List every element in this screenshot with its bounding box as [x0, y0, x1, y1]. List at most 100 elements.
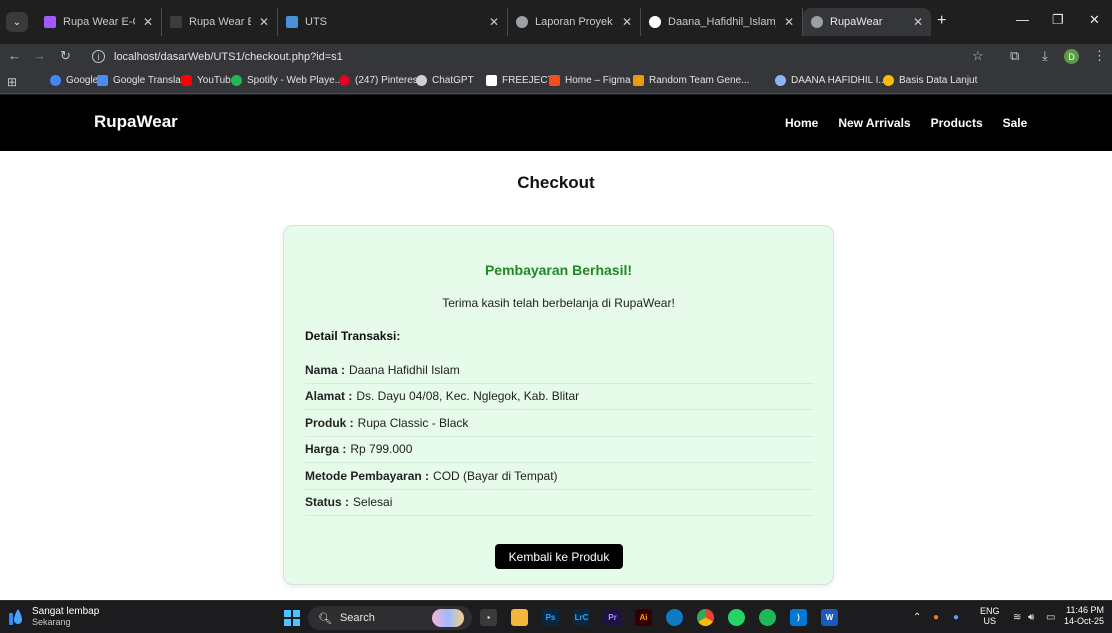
language-indicator[interactable]: ENG US	[980, 606, 1000, 626]
figma-icon	[549, 75, 560, 86]
detail-row-name: Nama : Daana Hafidhil Islam	[305, 357, 814, 384]
spotify-icon[interactable]	[759, 609, 776, 626]
bookmark-label: Basis Data Lanjut	[899, 75, 978, 86]
tab-rupa-wear-2[interactable]: Rupa Wear E-Commerce ✕	[162, 8, 278, 36]
window-close-icon[interactable]: ✕	[1089, 12, 1100, 28]
browser-toolbar: ← → ↻ i localhost/dasarWeb/UTS1/checkout…	[0, 44, 1112, 70]
tab-laporan[interactable]: Laporan Proyek UTS.docx ✕	[508, 8, 641, 36]
bookmark-daana[interactable]: DAANA HAFIDHIL I...	[775, 75, 887, 86]
back-to-products-button[interactable]: Kembali ke Produk	[495, 544, 623, 569]
bookmark-figma[interactable]: Home – Figma	[549, 75, 631, 86]
bookmark-site-icon	[883, 75, 894, 86]
bookmark-google[interactable]: Google	[50, 75, 98, 86]
browser-tab-strip: ⌄ Rupa Wear E-Commerce - ✕ Rupa Wear E-C…	[0, 0, 1112, 44]
file-explorer-icon[interactable]	[511, 609, 528, 626]
reload-icon[interactable]: ↻	[60, 48, 71, 64]
site-logo[interactable]: RupaWear	[94, 112, 178, 132]
volume-icon[interactable]: 🔊︎	[1028, 612, 1034, 623]
bookmark-random-team[interactable]: Random Team Gene...	[633, 75, 749, 86]
close-icon[interactable]: ✕	[143, 15, 153, 29]
chevron-up-icon[interactable]: ⌃	[913, 612, 921, 623]
apps-grid-icon[interactable]: ⊞	[7, 75, 17, 89]
pinterest-icon	[339, 75, 350, 86]
profile-avatar[interactable]: D	[1064, 49, 1079, 64]
globe-icon	[811, 16, 823, 28]
detail-label: Status :	[305, 495, 350, 510]
close-icon[interactable]: ✕	[259, 15, 269, 29]
tab-github[interactable]: Daana_Hafidhil_Islam_DES ✕	[641, 8, 803, 36]
task-view-icon[interactable]: ▪	[480, 609, 497, 626]
lang-region: US	[983, 616, 997, 626]
menu-kebab-icon[interactable]: ⋮	[1093, 48, 1106, 64]
bookmark-basis-data[interactable]: Basis Data Lanjut	[883, 75, 977, 86]
bookmark-spotify[interactable]: Spotify - Web Playe...	[231, 75, 343, 86]
tray-app-icon[interactable]: ●	[933, 612, 939, 623]
battery-icon[interactable]: ▭	[1046, 612, 1055, 623]
bookmark-pinterest[interactable]: (247) Pinterest	[339, 75, 421, 86]
detail-row-address: Alamat : Ds. Dayu 04/08, Kec. Nglegok, Ka…	[305, 384, 814, 410]
bookmark-freeject[interactable]: FREEJECT	[486, 75, 554, 86]
tab-title: Laporan Proyek UTS.docx	[535, 16, 614, 28]
tab-rupawear-active[interactable]: RupaWear ✕	[803, 8, 931, 36]
forward-arrow-icon[interactable]: →	[33, 48, 46, 63]
chrome-icon[interactable]	[697, 609, 714, 626]
site-info-icon[interactable]: i	[92, 50, 105, 63]
detail-label: Metode Pembayaran :	[305, 468, 430, 483]
bookmarks-bar: Google Google Translate YouTube Spotify …	[0, 70, 1112, 94]
address-bar[interactable]: i localhost/dasarWeb/UTS1/checkout.php?i…	[92, 46, 992, 68]
weather-condition: Sangat lembap	[32, 606, 100, 617]
windows-start-icon[interactable]	[284, 610, 300, 626]
tab-uts[interactable]: UTS ✕	[278, 8, 508, 36]
bookmark-label: ChatGPT	[432, 75, 474, 86]
new-tab-button[interactable]: +	[937, 12, 946, 30]
close-icon[interactable]: ✕	[784, 15, 794, 29]
tab-title: RupaWear	[830, 16, 883, 28]
photoshop-icon[interactable]: Ps	[542, 609, 559, 626]
weather-widget[interactable]: Sangat lembap Sekarang	[8, 606, 99, 628]
download-icon[interactable]: ⤓	[1042, 48, 1048, 64]
vscode-icon[interactable]: ⟩	[790, 609, 807, 626]
edge-icon[interactable]	[666, 609, 683, 626]
close-icon[interactable]: ✕	[622, 15, 632, 29]
nav-new-arrivals[interactable]: New Arrivals	[838, 116, 910, 130]
bookmark-google-translate[interactable]: Google Translate	[97, 75, 189, 86]
bookmark-youtube[interactable]: YouTube	[181, 75, 236, 86]
premiere-icon[interactable]: Pr	[604, 609, 621, 626]
bookmark-label: Spotify - Web Playe...	[247, 75, 343, 86]
tab-rupa-wear-1[interactable]: Rupa Wear E-Commerce - ✕	[36, 8, 162, 36]
chatgpt-icon	[416, 75, 427, 86]
detail-row-payment-method: Metode Pembayaran : COD (Bayar di Tempat)	[305, 463, 814, 490]
minimize-icon[interactable]: —	[1016, 12, 1029, 27]
tab-title: Daana_Hafidhil_Islam_DES	[668, 16, 776, 28]
word-icon[interactable]: W	[821, 609, 838, 626]
tab-search-icon[interactable]: ⌄	[6, 12, 28, 32]
back-arrow-icon[interactable]: ←	[8, 48, 21, 63]
search-icon: 🔍︎	[318, 612, 332, 625]
bookmark-label: (247) Pinterest	[355, 75, 421, 86]
tab-title: Rupa Wear E-Commerce -	[63, 16, 135, 28]
youtube-icon	[181, 75, 192, 86]
site-navbar: RupaWear Home New Arrivals Products Sale	[0, 95, 1112, 151]
wifi-icon[interactable]: ≋	[1013, 612, 1021, 623]
spotify-icon	[231, 75, 242, 86]
bookmark-chatgpt[interactable]: ChatGPT	[416, 75, 474, 86]
detail-value: Ds. Dayu 04/08, Kec. Nglegok, Kab. Blita…	[356, 389, 580, 404]
whatsapp-icon[interactable]	[728, 609, 745, 626]
detail-value: Rp 799.000	[350, 442, 413, 457]
figma-icon	[44, 16, 56, 28]
close-icon[interactable]: ✕	[913, 15, 923, 29]
bookmark-star-icon[interactable]: ☆	[972, 48, 984, 64]
illustrator-icon[interactable]: Ai	[635, 609, 652, 626]
nav-home[interactable]: Home	[785, 116, 818, 130]
url-text: localhost/dasarWeb/UTS1/checkout.php?id=…	[114, 50, 343, 63]
tray-cloud-icon[interactable]: ●	[953, 612, 959, 623]
system-clock[interactable]: 11:46 PM 14-Oct-25	[1064, 605, 1104, 627]
detail-row-product: Produk : Rupa Classic - Black	[305, 410, 814, 437]
close-icon[interactable]: ✕	[489, 15, 499, 29]
restore-icon[interactable]: ❐	[1052, 12, 1064, 28]
detail-row-status: Status : Selesai	[305, 490, 814, 516]
lightroom-classic-icon[interactable]: LrC	[573, 609, 590, 626]
nav-sale[interactable]: Sale	[1003, 116, 1028, 130]
nav-products[interactable]: Products	[931, 116, 983, 130]
extensions-icon[interactable]: ⧉	[1010, 48, 1019, 64]
